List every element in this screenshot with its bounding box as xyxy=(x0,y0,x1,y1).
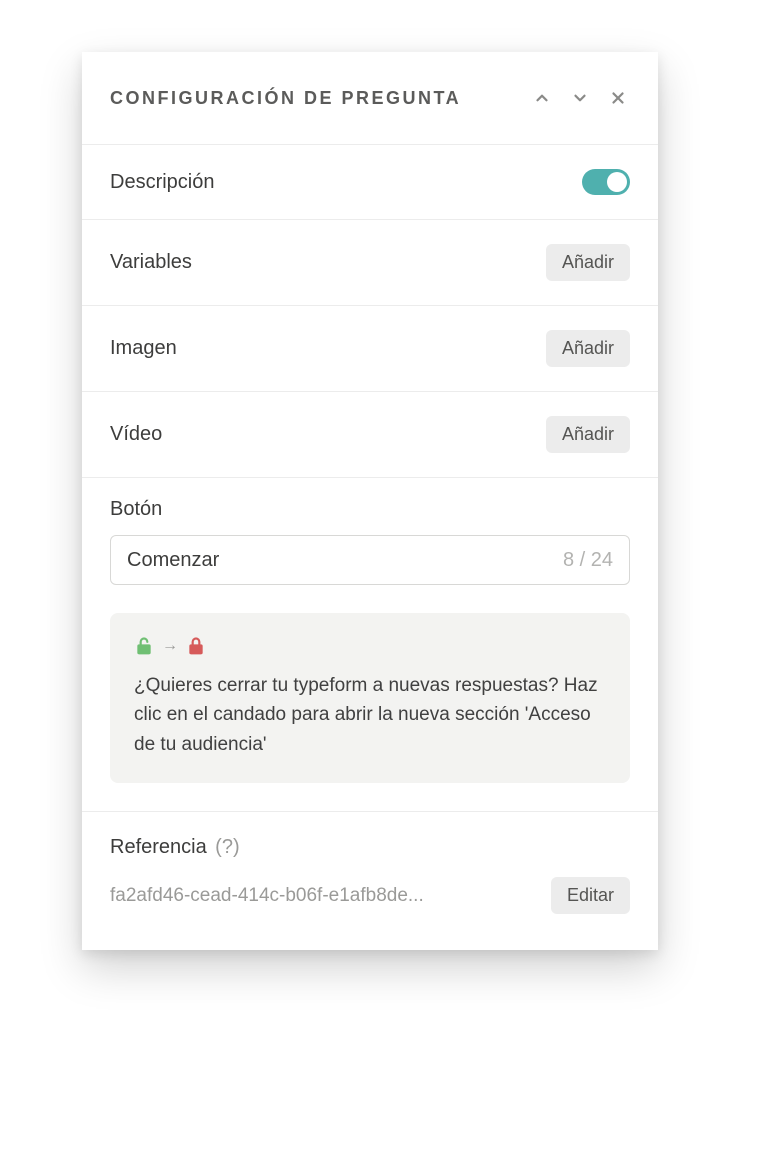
label-description: Descripción xyxy=(110,171,214,194)
arrow-right-icon: → xyxy=(162,637,178,655)
button-text-input[interactable]: Comenzar 8 / 24 xyxy=(110,535,630,585)
lock-transition-row[interactable]: → xyxy=(134,635,606,657)
reference-value: fa2afd46-cead-414c-b06f-e1afb8de... xyxy=(110,885,535,907)
label-button-text: Botón xyxy=(110,498,630,521)
label-image: Imagen xyxy=(110,337,177,360)
label-variables: Variables xyxy=(110,251,192,274)
audience-access-callout: → ¿Quieres cerrar tu typeform a nuevas r… xyxy=(110,613,630,783)
add-variables-button[interactable]: Añadir xyxy=(546,244,630,281)
add-image-button[interactable]: Añadir xyxy=(546,330,630,367)
header-actions xyxy=(530,86,630,110)
button-text-counter: 8 / 24 xyxy=(563,549,613,572)
toggle-description[interactable] xyxy=(582,169,630,195)
reference-help-icon[interactable]: (?) xyxy=(215,836,239,858)
add-video-button[interactable]: Añadir xyxy=(546,416,630,453)
edit-reference-button[interactable]: Editar xyxy=(551,877,630,914)
reference-value-row: fa2afd46-cead-414c-b06f-e1afb8de... Edit… xyxy=(110,877,630,914)
toggle-knob xyxy=(607,172,627,192)
section-reference: Referencia (?) fa2afd46-cead-414c-b06f-e… xyxy=(82,812,658,950)
next-question-button[interactable] xyxy=(568,86,592,110)
row-variables: Variables Añadir xyxy=(82,220,658,306)
row-video: Vídeo Añadir xyxy=(82,392,658,478)
chevron-up-icon xyxy=(533,89,551,107)
callout-text: ¿Quieres cerrar tu typeform a nuevas res… xyxy=(134,671,606,759)
section-button-text: Botón Comenzar 8 / 24 xyxy=(82,478,658,613)
close-icon xyxy=(609,89,627,107)
label-reference: Referencia xyxy=(110,836,207,858)
unlock-icon xyxy=(134,635,154,657)
close-panel-button[interactable] xyxy=(606,86,630,110)
panel-header: CONFIGURACIÓN DE PREGUNTA xyxy=(82,52,658,145)
button-text-value: Comenzar xyxy=(127,549,563,572)
question-settings-panel: CONFIGURACIÓN DE PREGUNTA Descripción xyxy=(82,52,658,950)
reference-label-row: Referencia (?) xyxy=(110,836,630,859)
row-image: Imagen Añadir xyxy=(82,306,658,392)
label-video: Vídeo xyxy=(110,423,162,446)
lock-icon xyxy=(186,635,206,657)
prev-question-button[interactable] xyxy=(530,86,554,110)
row-description: Descripción xyxy=(82,145,658,220)
chevron-down-icon xyxy=(571,89,589,107)
panel-title: CONFIGURACIÓN DE PREGUNTA xyxy=(110,88,461,109)
